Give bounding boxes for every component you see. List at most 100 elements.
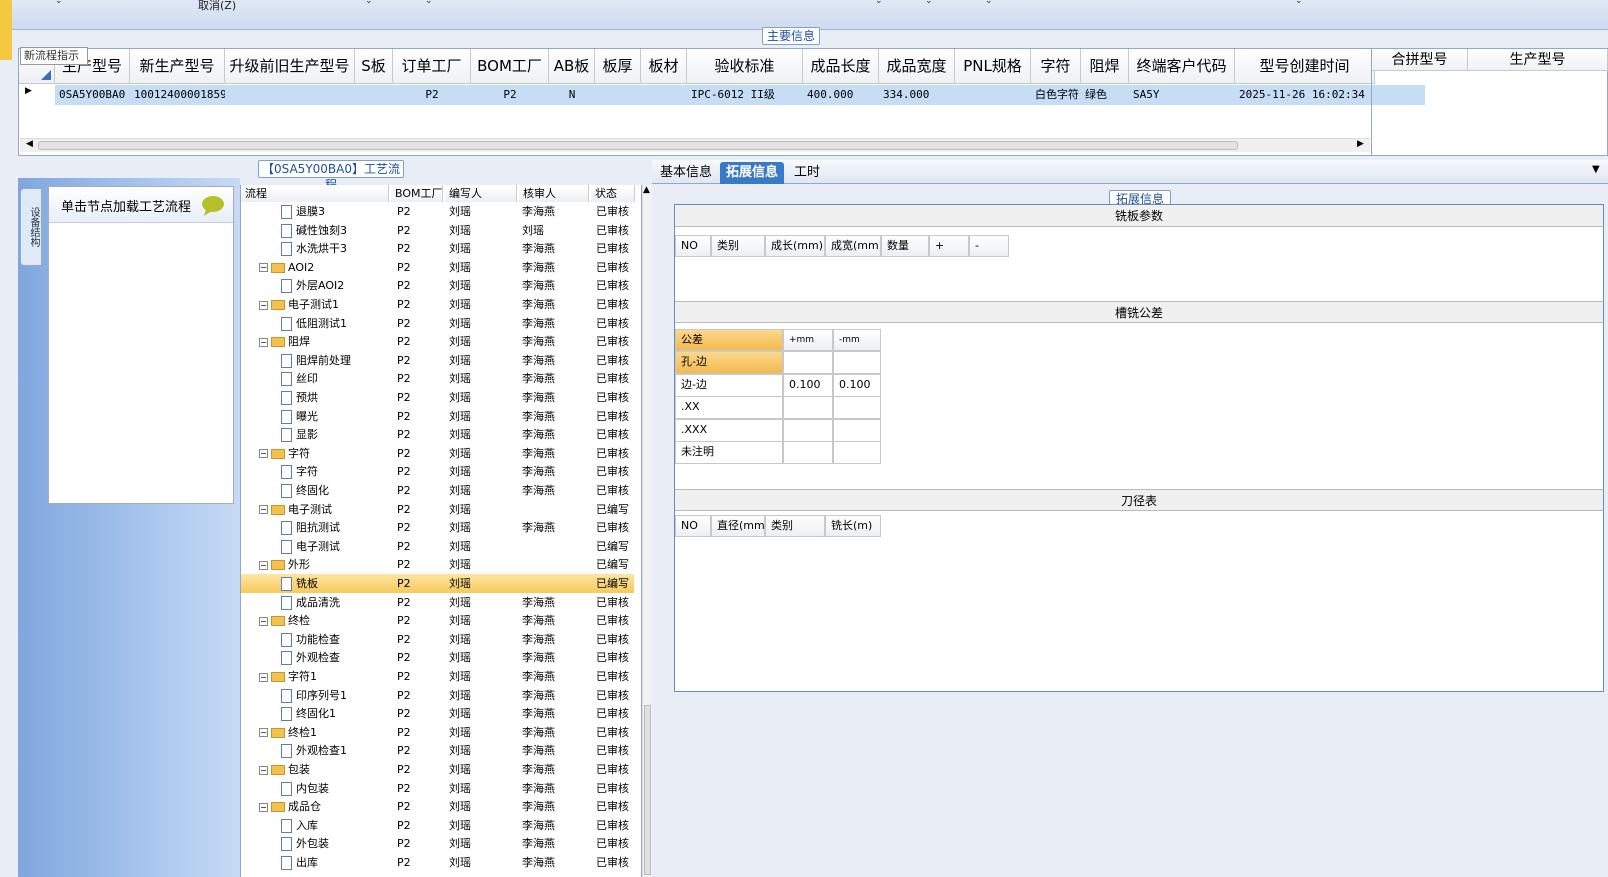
chevron-down-icon[interactable]: ⌄	[875, 0, 883, 6]
side-column-header[interactable]: 合拼型号	[1372, 49, 1468, 71]
tab-extended[interactable]: 拓展信息	[720, 162, 785, 184]
grid-cell[interactable]: 2025-11-26 16:02:34	[1235, 86, 1375, 104]
tab-basic[interactable]: 基本信息	[654, 162, 718, 184]
tolerance-value-cell[interactable]	[783, 396, 833, 419]
tree-row[interactable]: − 字符1 P2 刘瑶 李海燕 已审核	[241, 667, 634, 686]
tree-node[interactable]: 字符	[281, 462, 389, 481]
tree-node[interactable]: 阻焊前处理	[281, 351, 389, 370]
milling-column-header[interactable]: 成宽(mm)	[825, 235, 881, 257]
tree-row[interactable]: − 阻焊 P2 刘瑶 李海燕 已审核	[241, 332, 634, 351]
chevron-down-icon[interactable]: ⌄	[365, 0, 373, 6]
tree-node[interactable]: 显影	[281, 425, 389, 444]
chevron-down-icon[interactable]: ⌄	[55, 0, 63, 6]
grid-cell[interactable]: 10012400001859	[130, 86, 225, 104]
tree-node[interactable]: − 字符1	[259, 667, 389, 686]
tree-node[interactable]: − 电子测试1	[259, 295, 389, 314]
tolerance-value-cell[interactable]	[783, 418, 833, 442]
chevron-down-icon[interactable]: ⌄	[925, 0, 933, 6]
tree-node[interactable]: 碱性蚀刻3	[281, 221, 389, 240]
grid-cell[interactable]: P2	[471, 86, 549, 104]
grid-cell[interactable]: 绿色	[1081, 86, 1129, 104]
grid-cell[interactable]: 400.000	[803, 86, 879, 104]
tolerance-value-cell[interactable]	[833, 351, 881, 374]
tree-node[interactable]: 预烘	[281, 388, 389, 407]
tolerance-value-cell[interactable]: 0.100	[783, 373, 833, 397]
column-header[interactable]: 字符	[1031, 49, 1081, 84]
grid-cell[interactable]: IPC-6012 II级	[687, 86, 803, 104]
tree-column-header[interactable]: 流程	[241, 185, 389, 202]
tolerance-column-header[interactable]: +mm	[783, 329, 833, 351]
column-header[interactable]: 订单工厂	[393, 49, 471, 84]
tree-node[interactable]: 外层AOI2	[281, 276, 389, 295]
tree-node[interactable]: − 电子测试	[259, 500, 389, 519]
tool-column-header[interactable]: NO	[675, 515, 711, 537]
grid-cell[interactable]: P2	[393, 86, 471, 104]
tree-node[interactable]: 铣板	[281, 574, 389, 593]
tree-row[interactable]: 内包装 P2 刘瑶 李海燕 已审核	[241, 779, 634, 798]
tree-row[interactable]: 外包装 P2 刘瑶 李海燕 已审核	[241, 834, 634, 853]
tree-row[interactable]: − 电子测试1 P2 刘瑶 李海燕 已审核	[241, 295, 634, 314]
collapse-toggle-icon[interactable]: −	[259, 300, 268, 310]
collapse-toggle-icon[interactable]: −	[259, 505, 268, 515]
tree-node[interactable]: − 包装	[259, 760, 389, 779]
collapse-toggle-icon[interactable]: −	[259, 449, 268, 459]
tab-hours[interactable]: 工时	[788, 162, 826, 184]
tree-node[interactable]: 终固化1	[281, 704, 389, 723]
tree-node[interactable]: 功能检查	[281, 630, 389, 649]
tree-node[interactable]: 外观检查1	[281, 741, 389, 760]
tree-row[interactable]: 退膜3 P2 刘瑶 李海燕 已审核	[241, 202, 634, 221]
tolerance-column-header[interactable]: -mm	[833, 329, 881, 351]
column-header[interactable]: S板	[355, 49, 393, 84]
tree-column-header[interactable]: 编写人	[445, 185, 517, 202]
scroll-up-icon[interactable]: ▲	[643, 185, 650, 195]
collapse-toggle-icon[interactable]: −	[259, 728, 268, 738]
milling-column-header[interactable]: 类别	[711, 235, 765, 257]
tree-node[interactable]: 内包装	[281, 779, 389, 798]
tree-row[interactable]: − AOI2 P2 刘瑶 李海燕 已审核	[241, 258, 634, 277]
milling-column-header[interactable]: 数量	[881, 235, 929, 257]
tab-dropdown-icon[interactable]: ▼	[1592, 164, 1600, 175]
column-header[interactable]: 终端客户代码	[1129, 49, 1235, 84]
tree-row[interactable]: 外观检查 P2 刘瑶 李海燕 已审核	[241, 648, 634, 667]
tree-node[interactable]: − 外形	[259, 555, 389, 574]
tree-scroll-thumb[interactable]	[644, 705, 651, 875]
column-header[interactable]: 成品宽度	[879, 49, 955, 84]
tree-node[interactable]: 曝光	[281, 407, 389, 426]
grid-cell[interactable]	[595, 86, 641, 104]
milling-column-header[interactable]: -	[969, 235, 1009, 257]
tree-node[interactable]: 水洗烘干3	[281, 239, 389, 258]
column-header[interactable]: PNL规格	[955, 49, 1031, 84]
tree-row[interactable]: 丝印 P2 刘瑶 李海燕 已审核	[241, 369, 634, 388]
grid-cell[interactable]: 白色字符	[1031, 86, 1081, 104]
grid-cell[interactable]: 0SA5Y00BA0	[55, 86, 130, 104]
collapse-toggle-icon[interactable]: −	[259, 616, 268, 626]
column-header[interactable]: AB板	[549, 49, 595, 84]
tree-column-header[interactable]: 核审人	[519, 185, 589, 202]
tolerance-value-cell[interactable]	[833, 396, 881, 419]
column-header[interactable]: BOM工厂	[471, 49, 549, 84]
grid-cell[interactable]	[955, 86, 1031, 104]
tree-row[interactable]: 外层AOI2 P2 刘瑶 李海燕 已审核	[241, 276, 634, 295]
tree-row[interactable]: 阻抗测试 P2 刘瑶 李海燕 已审核	[241, 518, 634, 537]
column-header[interactable]: 成品长度	[803, 49, 879, 84]
tree-row[interactable]: 低阻测试1 P2 刘瑶 李海燕 已审核	[241, 314, 634, 333]
tolerance-value-cell[interactable]	[783, 351, 833, 374]
tree-row[interactable]: − 电子测试 P2 刘瑶 已编写	[241, 500, 634, 519]
tree-vertical-scrollbar[interactable]: ▲	[642, 185, 652, 877]
tree-node[interactable]: 成品清洗	[281, 593, 389, 612]
tree-row[interactable]: 入库 P2 刘瑶 李海燕 已审核	[241, 816, 634, 835]
column-header[interactable]: 板厚	[595, 49, 641, 84]
column-header[interactable]: 新生产型号	[130, 49, 225, 84]
grid-cell[interactable]: N	[549, 86, 595, 104]
tree-node[interactable]: − 终检1	[259, 723, 389, 742]
tree-column-header[interactable]: BOM工厂	[391, 185, 443, 202]
tree-row[interactable]: 外观检查1 P2 刘瑶 李海燕 已审核	[241, 741, 634, 760]
chevron-down-icon[interactable]: ⌄	[425, 0, 433, 6]
grid-cell[interactable]: SA5Y	[1129, 86, 1235, 104]
collapse-toggle-icon[interactable]: −	[259, 560, 268, 570]
tree-node[interactable]: 入库	[281, 816, 389, 835]
tree-row[interactable]: 字符 P2 刘瑶 李海燕 已审核	[241, 462, 634, 481]
tree-node[interactable]: 低阻测试1	[281, 314, 389, 333]
tree-node[interactable]: − 成品仓	[259, 797, 389, 816]
column-header[interactable]: 型号创建时间	[1235, 49, 1375, 84]
